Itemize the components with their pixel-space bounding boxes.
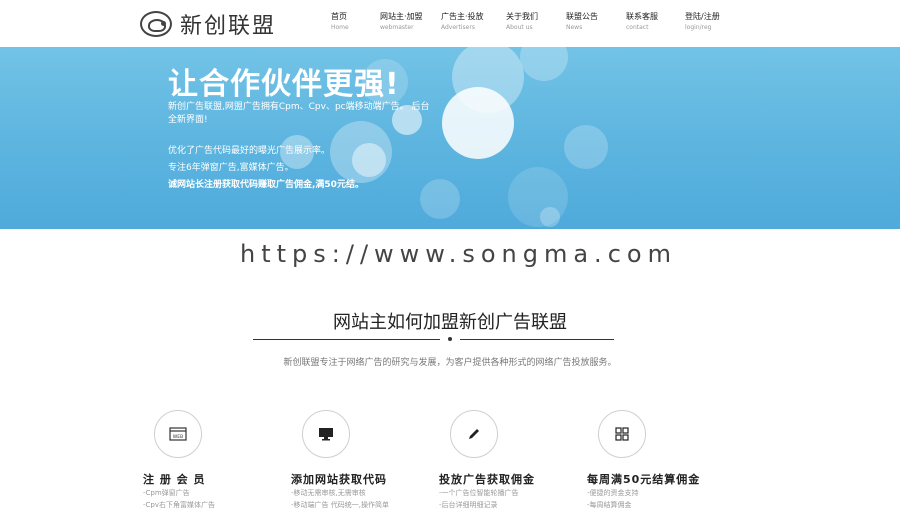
banner-line: 诚网站长注册获取代码赚取广告佣金,满50元结。	[168, 180, 364, 190]
feature-line: -每周结算佣金	[587, 501, 632, 508]
feature-line: -便捷的资金支持	[587, 489, 639, 497]
feature-line: -一个广告位智能轮播广告	[439, 489, 519, 497]
section-divider-left	[253, 339, 440, 340]
bubble-decoration	[442, 87, 514, 159]
nav-label: 联盟公告	[566, 12, 598, 21]
feature-title: 每周满50元结算佣金	[587, 473, 701, 486]
hero-banner: 让合作伙伴更强! 新创广告联盟,网盟广告拥有Cpm、Cpv、pc端移动端广告。 …	[0, 47, 900, 229]
nav-sublabel: About us	[506, 24, 533, 31]
pencil-icon	[469, 429, 479, 439]
watermark-url: https://www.songma.com	[240, 240, 677, 268]
bubble-decoration	[540, 207, 560, 227]
nav-label: 首页	[331, 12, 347, 21]
feature-icon-circle	[450, 410, 498, 458]
nav-item-news[interactable]: 联盟公告 News	[566, 12, 598, 33]
feature-icon-circle	[598, 410, 646, 458]
nav-sublabel: contact	[626, 24, 649, 31]
svg-text:WEB: WEB	[173, 434, 183, 440]
nav-item-home[interactable]: 首页 Home	[331, 12, 349, 33]
nav-item-about[interactable]: 关于我们 About us	[506, 12, 538, 33]
nav-item-webmaster[interactable]: 网站主·加盟 webmaster	[380, 12, 423, 33]
feature-line: -后台详细明细记录	[439, 501, 498, 508]
nav-label: 登陆/注册	[685, 12, 720, 21]
nav-sublabel: login/reg	[685, 24, 712, 31]
feature-title: 投放广告获取佣金	[439, 473, 535, 486]
main-nav: 首页 Home 网站主·加盟 webmaster 广告主·投放 Advertis…	[0, 12, 900, 36]
bubble-decoration	[352, 143, 386, 177]
feature-line: -Cpm弹窗广告	[143, 489, 190, 497]
banner-line: 优化了广告代码最好的曝光广告展示率。	[168, 146, 331, 156]
feature-line: -Cpv右下角富媒体广告	[143, 501, 215, 508]
bubble-decoration	[520, 47, 568, 81]
section-divider-right	[460, 339, 614, 340]
feature-title: 添加网站获取代码	[291, 473, 387, 486]
nav-item-login[interactable]: 登陆/注册 login/reg	[685, 12, 720, 33]
section-subtitle: 新创联盟专注于网络广告的研究与发展，为客户提供各种形式的网络广告投放服务。	[283, 358, 617, 368]
nav-sublabel: Advertisers	[441, 24, 475, 31]
nav-sublabel: Home	[331, 24, 349, 31]
nav-sublabel: webmaster	[380, 24, 414, 31]
nav-sublabel: News	[566, 24, 583, 31]
banner-title: 让合作伙伴更强!	[168, 67, 400, 102]
nav-label: 联系客服	[626, 12, 658, 21]
nav-label: 网站主·加盟	[380, 12, 423, 21]
nav-label: 关于我们	[506, 12, 538, 21]
grid-icon	[615, 427, 629, 441]
nav-item-advertisers[interactable]: 广告主·投放 Advertisers	[441, 12, 484, 33]
banner-line: 专注6年弹窗广告,富媒体广告。	[168, 163, 294, 173]
feature-line: -移动端广告 代码统一,操作简单	[291, 501, 389, 508]
feature-icon-circle	[302, 410, 350, 458]
site-header: 新创联盟 首页 Home 网站主·加盟 webmaster 广告主·投放 Adv…	[0, 0, 900, 47]
bubble-decoration	[564, 125, 608, 169]
section-divider-dot	[448, 337, 452, 341]
feature-line: -移动无需审核,无需审核	[291, 489, 366, 497]
section-title: 网站主如何加盟新创广告联盟	[333, 312, 567, 333]
feature-icon-circle: WEB	[154, 410, 202, 458]
feature-title: 注 册 会 员	[143, 473, 206, 486]
bubble-decoration	[420, 179, 460, 219]
nav-item-contact[interactable]: 联系客服 contact	[626, 12, 658, 33]
web-icon: WEB	[169, 427, 187, 441]
nav-label: 广告主·投放	[441, 12, 484, 21]
monitor-icon	[319, 428, 333, 441]
banner-description: 新创广告联盟,网盟广告拥有Cpm、Cpv、pc端移动端广告。 后台全新界面!	[168, 102, 430, 125]
